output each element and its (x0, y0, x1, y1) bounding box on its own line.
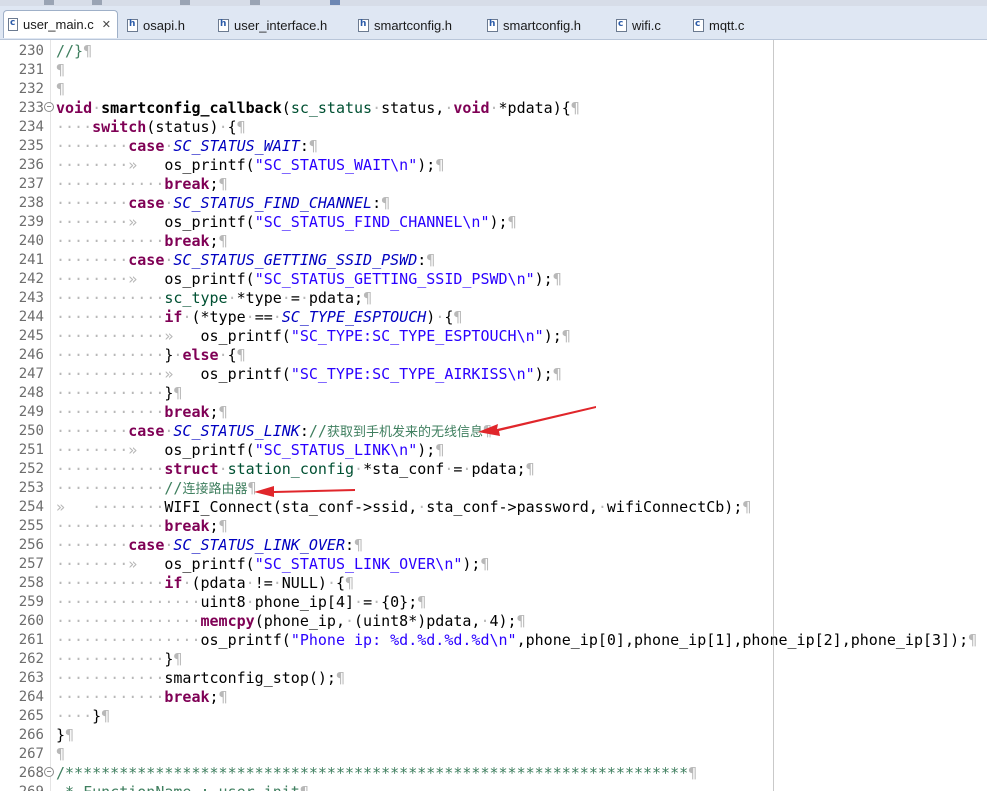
tab-label: mqtt.c (709, 17, 745, 33)
c-file-icon: c (616, 18, 627, 32)
tab-label: user_main.c (22, 17, 94, 32)
close-icon[interactable]: ✕ (102, 18, 111, 31)
tab-user-interface-h[interactable]: h user_interface.h (218, 14, 327, 36)
tab-label: smartconfig.h (374, 17, 453, 33)
tab-wifi-c[interactable]: c wifi.c (616, 14, 661, 36)
tab-user-main-c[interactable]: c user_main.c ✕ (3, 10, 118, 38)
annotation-arrow (478, 406, 596, 436)
tab-label: smartconfig.h (503, 17, 582, 33)
annotation-arrow (254, 486, 355, 497)
c-file-icon: c (8, 18, 18, 31)
tab-smartconfig-h-2[interactable]: h smartconfig.h (487, 14, 581, 36)
c-file-icon: c (693, 18, 704, 32)
editor-tab-bar: c user_main.c ✕ h osapi.h h user_interfa… (0, 6, 987, 40)
tab-smartconfig-h[interactable]: h smartconfig.h (358, 14, 452, 36)
h-file-icon: h (218, 18, 229, 32)
h-file-icon: h (487, 18, 498, 32)
annotation-arrows (254, 406, 596, 497)
tab-osapi-h[interactable]: h osapi.h (127, 14, 185, 36)
code-editor[interactable]: 230//}¶ 231 ¶ 232 ¶ 233− void·smartconfig_call… (0, 40, 987, 791)
tab-label: wifi.c (632, 17, 661, 33)
tab-label: osapi.h (143, 17, 185, 33)
h-file-icon: h (358, 18, 369, 32)
tab-mqtt-c[interactable]: c mqtt.c (693, 14, 744, 36)
h-file-icon: h (127, 18, 138, 32)
tab-label: user_interface.h (234, 17, 328, 33)
